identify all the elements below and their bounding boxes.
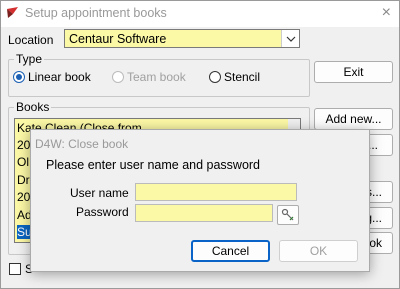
dialog-title: D4W: Close book	[35, 137, 129, 151]
key-pencil-icon[interactable]	[277, 205, 299, 225]
list-item[interactable]: 20	[17, 138, 30, 152]
window-title: Setup appointment books	[25, 6, 167, 20]
books-group-title: Books	[14, 100, 52, 114]
add-new-button[interactable]: Add new...	[314, 108, 393, 130]
bottom-checkbox[interactable]	[9, 263, 21, 275]
app-logo-icon	[7, 7, 18, 18]
radio-team-book-label: Team book	[127, 70, 186, 84]
list-item[interactable]: Ol	[17, 155, 29, 169]
radio-stencil-label[interactable]: Stencil	[224, 70, 260, 84]
password-label: Password	[76, 205, 129, 219]
close-icon[interactable]: ×	[382, 4, 391, 22]
title-bar: Setup appointment books ×	[1, 1, 399, 27]
ok-button: OK	[279, 240, 358, 262]
type-group-title: Type	[14, 52, 45, 66]
location-value: Centaur Software	[69, 32, 167, 46]
location-label: Location	[8, 33, 54, 47]
password-field[interactable]	[135, 204, 273, 222]
radio-linear-book-label[interactable]: Linear book	[28, 70, 91, 84]
location-dropdown[interactable]: Centaur Software	[64, 29, 300, 48]
dialog-prompt: Please enter user name and password	[46, 158, 261, 172]
list-item[interactable]: 20	[17, 190, 30, 204]
close-book-dialog: D4W: Close book Please enter user name a…	[30, 129, 370, 272]
exit-button[interactable]: Exit	[314, 61, 393, 83]
chevron-down-icon[interactable]	[281, 30, 299, 47]
username-label: User name	[70, 186, 129, 200]
radio-linear-book[interactable]	[13, 71, 25, 83]
username-field[interactable]	[135, 183, 297, 201]
radio-stencil[interactable]	[209, 71, 221, 83]
list-item[interactable]: Dr	[17, 173, 30, 187]
cancel-button[interactable]: Cancel	[191, 240, 270, 262]
radio-team-book	[112, 71, 124, 83]
